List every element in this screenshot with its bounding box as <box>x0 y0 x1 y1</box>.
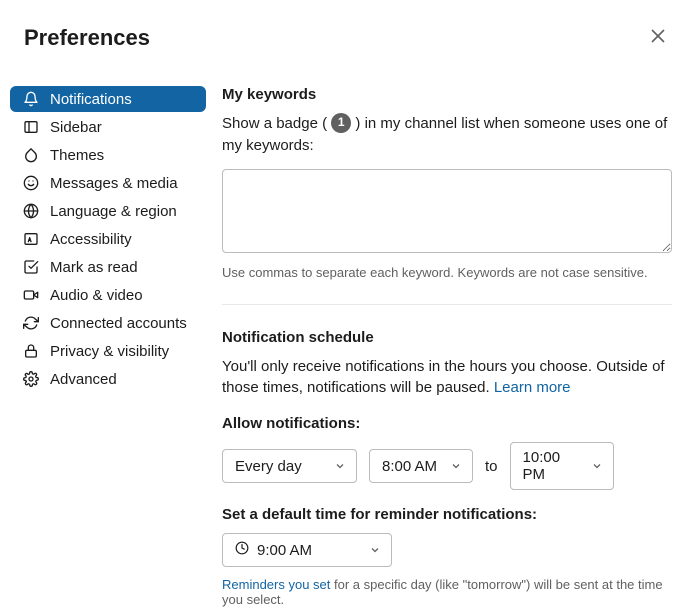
keywords-textarea[interactable] <box>222 169 672 253</box>
sidebar-item-label: Messages & media <box>50 175 178 192</box>
layout-icon <box>22 118 40 136</box>
sidebar-item-themes[interactable]: Themes <box>10 142 206 168</box>
keywords-help: Use commas to separate each keyword. Key… <box>222 265 672 280</box>
sidebar-item-label: Privacy & visibility <box>50 343 169 360</box>
modal-title: Preferences <box>24 25 150 51</box>
sidebar-item-label: Sidebar <box>50 119 102 136</box>
keywords-title: My keywords <box>222 86 672 103</box>
sidebar-item-advanced[interactable]: Advanced <box>10 366 206 392</box>
chevron-down-icon <box>369 544 381 556</box>
sidebar-item-label: Mark as read <box>50 259 138 276</box>
allow-notifications-row: Every day 8:00 AM to 10:00 PM <box>222 442 672 490</box>
sidebar-item-label: Audio & video <box>50 287 143 304</box>
sidebar-item-privacy-visibility[interactable]: Privacy & visibility <box>10 338 206 364</box>
end-time-select[interactable]: 10:00 PM <box>510 442 614 490</box>
sidebar-item-connected-accounts[interactable]: Connected accounts <box>10 310 206 336</box>
to-label: to <box>485 458 498 475</box>
badge-indicator: 1 <box>331 113 351 133</box>
lock-icon <box>22 342 40 360</box>
sidebar: Notifications Sidebar Themes Messages & … <box>10 74 206 614</box>
chevron-down-icon <box>591 460 603 472</box>
refresh-icon <box>22 314 40 332</box>
sidebar-item-label: Themes <box>50 147 104 164</box>
sidebar-item-sidebar[interactable]: Sidebar <box>10 114 206 140</box>
schedule-title: Notification schedule <box>222 329 672 346</box>
sidebar-item-audio-video[interactable]: Audio & video <box>10 282 206 308</box>
schedule-desc-text: You'll only receive notifications in the… <box>222 358 665 397</box>
schedule-section: Notification schedule You'll only receiv… <box>222 329 672 608</box>
sidebar-item-label: Advanced <box>50 371 117 388</box>
preferences-modal: Preferences Notifications Sidebar <box>0 0 700 614</box>
smile-icon <box>22 174 40 192</box>
reminder-note: Reminders you set for a specific day (li… <box>222 577 672 607</box>
sidebar-item-messages-media[interactable]: Messages & media <box>10 170 206 196</box>
modal-header: Preferences <box>0 0 700 74</box>
droplet-icon <box>22 146 40 164</box>
schedule-description: You'll only receive notifications in the… <box>222 356 672 400</box>
end-time-value: 10:00 PM <box>523 449 583 483</box>
reminder-time-value: 9:00 AM <box>257 542 312 559</box>
allow-notifications-label: Allow notifications: <box>222 415 672 432</box>
reminder-label: Set a default time for reminder notifica… <box>222 506 672 523</box>
sidebar-item-label: Accessibility <box>50 231 132 248</box>
check-square-icon <box>22 258 40 276</box>
sidebar-item-label: Language & region <box>50 203 177 220</box>
accessibility-icon <box>22 230 40 248</box>
close-icon <box>650 28 666 48</box>
video-icon <box>22 286 40 304</box>
clock-icon <box>235 541 249 559</box>
chevron-down-icon <box>450 460 462 472</box>
sidebar-item-accessibility[interactable]: Accessibility <box>10 226 206 252</box>
reminders-you-set-link[interactable]: Reminders you set <box>222 577 330 592</box>
keywords-description: Show a badge ( 1 ) in my channel list wh… <box>222 113 672 157</box>
modal-body: Notifications Sidebar Themes Messages & … <box>0 74 700 614</box>
divider <box>222 304 672 305</box>
sidebar-item-mark-as-read[interactable]: Mark as read <box>10 254 206 280</box>
content-pane[interactable]: My keywords Show a badge ( 1 ) in my cha… <box>206 74 700 614</box>
days-value: Every day <box>235 458 302 475</box>
keywords-desc-a: Show a badge ( <box>222 115 327 132</box>
globe-icon <box>22 202 40 220</box>
keywords-section: My keywords Show a badge ( 1 ) in my cha… <box>222 86 672 280</box>
sidebar-item-label: Notifications <box>50 91 132 108</box>
days-select[interactable]: Every day <box>222 449 357 483</box>
gear-icon <box>22 370 40 388</box>
close-button[interactable] <box>640 20 676 56</box>
chevron-down-icon <box>334 460 346 472</box>
reminder-time-left: 9:00 AM <box>235 541 312 559</box>
sidebar-item-label: Connected accounts <box>50 315 187 332</box>
learn-more-link[interactable]: Learn more <box>494 379 571 396</box>
start-time-value: 8:00 AM <box>382 458 437 475</box>
start-time-select[interactable]: 8:00 AM <box>369 449 473 483</box>
sidebar-item-notifications[interactable]: Notifications <box>10 86 206 112</box>
bell-icon <box>22 90 40 108</box>
reminder-time-select[interactable]: 9:00 AM <box>222 533 392 567</box>
sidebar-item-language-region[interactable]: Language & region <box>10 198 206 224</box>
